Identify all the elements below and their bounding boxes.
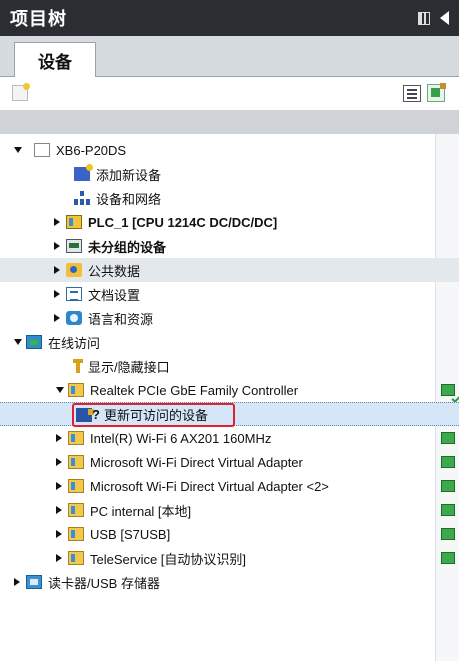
tree-item-ms-wifi-direct[interactable]: Microsoft Wi-Fi Direct Virtual Adapter bbox=[0, 450, 459, 474]
tree-node-label: XB6-P20DS bbox=[56, 142, 127, 158]
collapse-panel-icon[interactable] bbox=[440, 11, 449, 25]
tree-item-add-device[interactable]: 添加新设备 bbox=[0, 162, 459, 186]
tree-node-label: 读卡器/USB 存储器 bbox=[48, 575, 160, 591]
tree-item-label: TeleService [自动协议识别] bbox=[90, 551, 247, 567]
add-device-icon bbox=[74, 164, 93, 181]
adapter-icon bbox=[68, 383, 84, 397]
expand-arrow-icon[interactable] bbox=[56, 506, 62, 514]
expand-arrow-icon[interactable] bbox=[56, 434, 62, 442]
adapter-icon bbox=[68, 527, 84, 541]
expand-arrow-icon[interactable] bbox=[14, 578, 20, 586]
adapter-icon bbox=[68, 551, 84, 565]
tree-item-label: 语言和资源 bbox=[88, 311, 154, 327]
tree-item-label: Microsoft Wi-Fi Direct Virtual Adapter <… bbox=[90, 478, 329, 494]
tree-item-label: PLC_1 [CPU 1214C DC/DC/DC] bbox=[88, 214, 278, 230]
common-data-icon bbox=[66, 263, 82, 277]
adapter-icon bbox=[68, 479, 84, 493]
adapter-icon bbox=[68, 503, 84, 517]
expand-arrow-icon[interactable] bbox=[14, 147, 22, 153]
tree-item-devices-networks[interactable]: 设备和网络 bbox=[0, 186, 459, 210]
expand-arrow-icon[interactable] bbox=[54, 242, 60, 250]
tree-item-teleservice[interactable]: TeleService [自动协议识别] bbox=[0, 546, 459, 570]
adapter-icon bbox=[68, 455, 84, 469]
tree-item-ms-wifi-direct-2[interactable]: Microsoft Wi-Fi Direct Virtual Adapter <… bbox=[0, 474, 459, 498]
tree-item-intel-wifi[interactable]: Intel(R) Wi-Fi 6 AX201 160MHz bbox=[0, 426, 459, 450]
tree-item-languages[interactable]: 语言和资源 bbox=[0, 306, 459, 330]
expand-arrow-icon[interactable] bbox=[54, 218, 60, 226]
online-access-icon bbox=[26, 335, 42, 349]
tree-item-realtek[interactable]: Realtek PCIe GbE Family Controller bbox=[0, 378, 459, 402]
tree-toolbar bbox=[0, 77, 459, 109]
new-device-icon[interactable] bbox=[12, 83, 30, 101]
tree-item-label: USB [S7USB] bbox=[90, 526, 171, 542]
panel-title: 项目树 bbox=[10, 9, 67, 29]
expand-arrow-icon[interactable] bbox=[56, 530, 62, 538]
expand-arrow-icon[interactable] bbox=[56, 554, 62, 562]
tree-item-label: Intel(R) Wi-Fi 6 AX201 160MHz bbox=[90, 430, 272, 446]
expand-arrow-icon[interactable] bbox=[14, 339, 22, 345]
document-settings-icon bbox=[66, 287, 82, 301]
tree-item-ungrouped[interactable]: 未分组的设备 bbox=[0, 234, 459, 258]
tree-item-label: 公共数据 bbox=[88, 263, 141, 279]
tree-item-show-hide-interfaces[interactable]: 显示/隐藏接口 bbox=[0, 354, 459, 378]
ok-status-icon bbox=[441, 456, 455, 468]
adapter-icon bbox=[68, 431, 84, 445]
expand-arrow-icon[interactable] bbox=[56, 387, 64, 393]
ok-status-icon bbox=[441, 552, 455, 564]
card-reader-icon bbox=[26, 575, 42, 589]
tree-item-label: PC internal [本地] bbox=[90, 503, 192, 519]
tab-strip: 设备 bbox=[0, 36, 459, 78]
tree-item-label: Realtek PCIe GbE Family Controller bbox=[90, 382, 299, 398]
tree-item-label: 未分组的设备 bbox=[88, 239, 167, 255]
ungrouped-devices-icon bbox=[66, 239, 82, 253]
project-tree-header: 项目树 bbox=[0, 0, 459, 36]
ok-status-icon bbox=[441, 480, 455, 492]
tree-item-plc[interactable]: PLC_1 [CPU 1214C DC/DC/DC] bbox=[0, 210, 459, 234]
ok-status-icon bbox=[441, 528, 455, 540]
interface-icon bbox=[70, 359, 86, 373]
export-icon[interactable] bbox=[427, 83, 446, 102]
expand-arrow-icon[interactable] bbox=[56, 482, 62, 490]
tree-item-usb[interactable]: USB [S7USB] bbox=[0, 522, 459, 546]
tree-node-online-access[interactable]: 在线访问 bbox=[0, 330, 459, 354]
tree-item-update-accessible[interactable]: ? 更新可访问的设备 bbox=[0, 402, 459, 427]
plc-icon bbox=[66, 215, 82, 229]
expand-arrow-icon[interactable] bbox=[56, 458, 62, 466]
tree-item-label: 添加新设备 bbox=[96, 167, 162, 183]
tree-item-pc-internal[interactable]: PC internal [本地] bbox=[0, 498, 459, 522]
tab-devices[interactable]: 设备 bbox=[14, 42, 96, 78]
expand-arrow-icon[interactable] bbox=[54, 266, 60, 274]
tree-item-label: 设备和网络 bbox=[96, 191, 162, 207]
tree-header-band bbox=[0, 110, 459, 134]
languages-icon bbox=[66, 311, 82, 325]
tree-item-label: Microsoft Wi-Fi Direct Virtual Adapter bbox=[90, 454, 303, 470]
highlight-annotation bbox=[72, 403, 235, 427]
tree-node-card-reader[interactable]: 读卡器/USB 存储器 bbox=[0, 570, 459, 594]
tree-item-doc-settings[interactable]: 文档设置 bbox=[0, 282, 459, 306]
connected-status-icon bbox=[441, 384, 455, 396]
tree-item-label: 文档设置 bbox=[88, 287, 141, 303]
ok-status-icon bbox=[441, 432, 455, 444]
expand-arrow-icon[interactable] bbox=[54, 314, 60, 322]
network-icon bbox=[74, 191, 90, 205]
pin-icon[interactable] bbox=[418, 11, 430, 25]
ok-status-icon bbox=[441, 504, 455, 516]
tree-item-label: 显示/隐藏接口 bbox=[88, 359, 170, 375]
project-icon bbox=[34, 143, 50, 157]
expand-arrow-icon[interactable] bbox=[54, 290, 60, 298]
overview-icon[interactable] bbox=[403, 85, 421, 102]
tree-node-label: 在线访问 bbox=[48, 335, 101, 351]
tree-node-project[interactable]: XB6-P20DS bbox=[0, 138, 459, 162]
project-tree: XB6-P20DS 添加新设备 设备和网络 PLC_1 [CPU 1214C D… bbox=[0, 134, 459, 661]
tree-item-common-data[interactable]: 公共数据 bbox=[0, 258, 459, 282]
